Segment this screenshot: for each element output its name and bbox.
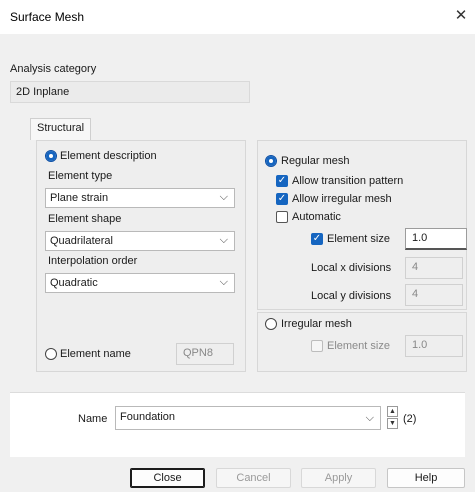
element-name-radio[interactable] [45, 348, 57, 360]
window-title: Surface Mesh [10, 10, 85, 24]
chevron-down-icon: ⌵ [219, 234, 228, 246]
element-size-input[interactable]: 1.0 [405, 228, 467, 250]
name-label: Name [78, 413, 108, 425]
interpolation-order-value: Quadratic [50, 277, 98, 289]
element-name-value: QPN8 [183, 347, 213, 359]
element-size-checkbox[interactable]: ✓ [311, 233, 323, 245]
allow-irregular-checkbox[interactable]: ✓ [276, 193, 288, 205]
element-shape-label: Element shape [48, 213, 122, 225]
local-x-divisions-value: 4 [412, 261, 419, 273]
local-y-divisions-field: 4 [405, 284, 463, 306]
irregular-element-size-label: Element size [327, 340, 390, 352]
irregular-mesh-radio[interactable] [265, 318, 277, 330]
local-x-divisions-field: 4 [405, 257, 463, 279]
close-icon[interactable]: ✕ [452, 7, 470, 25]
analysis-category-field: 2D Inplane [10, 81, 250, 103]
element-size-label: Element size [327, 233, 390, 245]
element-description-label: Element description [60, 150, 157, 162]
analysis-category-value: 2D Inplane [16, 86, 70, 98]
tab-structural[interactable]: Structural [30, 118, 92, 140]
element-description-radio[interactable] [45, 150, 57, 162]
element-type-value: Plane strain [50, 192, 109, 204]
irregular-element-size-field: 1.0 [405, 335, 463, 357]
interpolation-order-label: Interpolation order [48, 255, 138, 267]
regular-mesh-label: Regular mesh [281, 155, 350, 167]
element-shape-value: Quadrilateral [50, 235, 113, 247]
name-value: Foundation [120, 411, 176, 423]
allow-transition-checkbox[interactable]: ✓ [276, 175, 288, 187]
irregular-element-size-checkbox [311, 340, 323, 352]
tab-structural-label: Structural [37, 122, 85, 134]
local-y-divisions-value: 4 [412, 288, 419, 300]
help-button[interactable]: Help [387, 468, 465, 488]
element-type-select[interactable]: Plane strain ⌵ [45, 188, 235, 208]
element-size-value: 1.0 [412, 232, 428, 244]
chevron-down-icon: ⌵ [365, 412, 374, 424]
element-type-label: Element type [48, 170, 113, 182]
allow-irregular-label: Allow irregular mesh [292, 193, 392, 205]
chevron-down-icon: ⌵ [219, 191, 228, 203]
local-y-divisions-label: Local y divisions [311, 290, 392, 302]
local-x-divisions-label: Local x divisions [311, 262, 392, 274]
irregular-element-size-value: 1.0 [412, 339, 428, 351]
regular-mesh-radio[interactable] [265, 155, 277, 167]
close-button[interactable]: Close [130, 468, 205, 488]
spin-up-icon[interactable]: ▲ [387, 406, 398, 417]
automatic-label: Automatic [292, 211, 341, 223]
analysis-category-label: Analysis category [10, 63, 97, 75]
element-name-field: QPN8 [176, 343, 234, 365]
element-name-label: Element name [60, 348, 131, 360]
cancel-button[interactable]: Cancel [216, 468, 291, 488]
apply-button[interactable]: Apply [301, 468, 376, 488]
interpolation-order-select[interactable]: Quadratic ⌵ [45, 273, 235, 293]
chevron-down-icon: ⌵ [219, 276, 228, 288]
allow-transition-label: Allow transition pattern [292, 175, 404, 187]
name-count: (2) [403, 413, 417, 425]
automatic-checkbox[interactable] [276, 211, 288, 223]
irregular-mesh-label: Irregular mesh [281, 318, 352, 330]
element-shape-select[interactable]: Quadrilateral ⌵ [45, 231, 235, 251]
spin-down-icon[interactable]: ▼ [387, 418, 398, 429]
name-select[interactable]: Foundation ⌵ [115, 406, 381, 430]
